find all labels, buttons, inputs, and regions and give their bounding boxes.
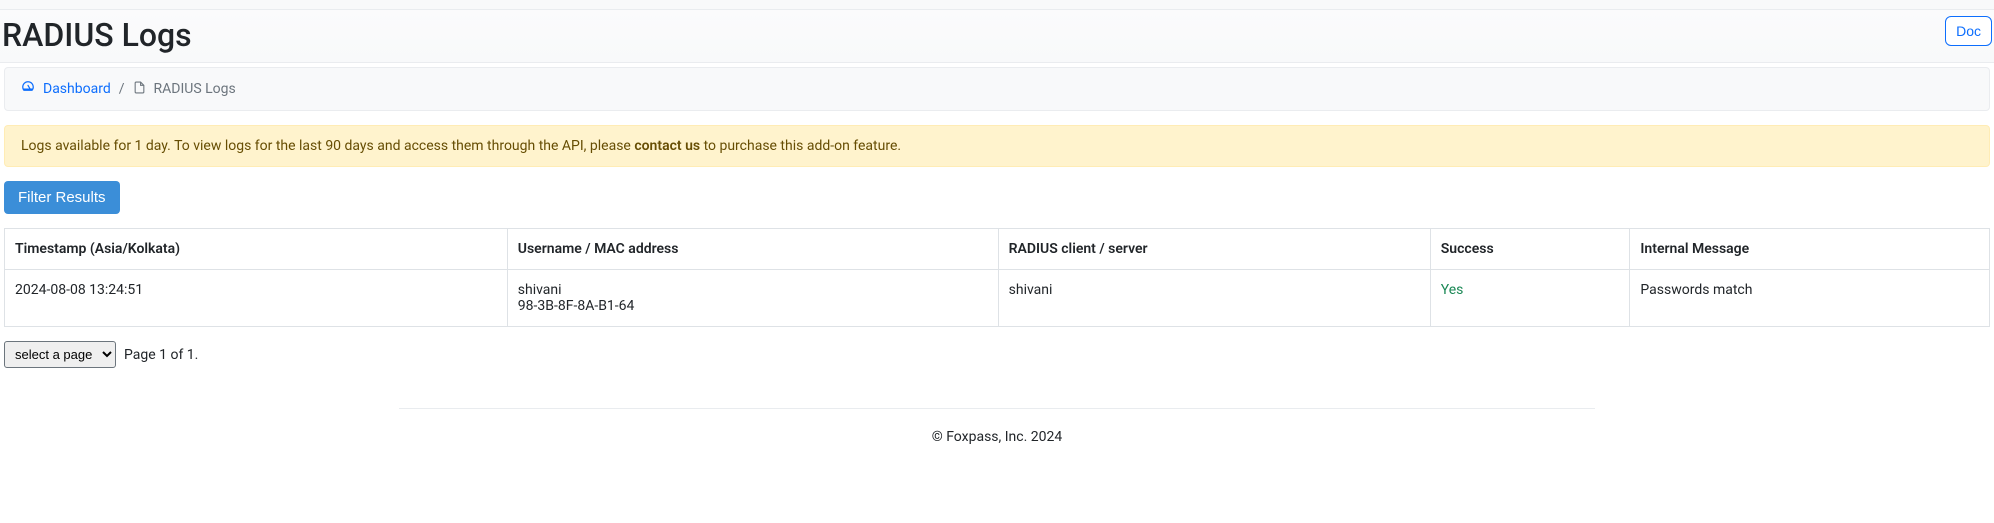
alert-text-suffix: to purchase this add-on feature. bbox=[700, 138, 901, 154]
page-label: Page 1 of 1. bbox=[124, 347, 198, 363]
breadcrumb: Dashboard / RADIUS Logs bbox=[4, 67, 1990, 111]
username-value: shivani bbox=[518, 282, 988, 298]
page-title: RADIUS Logs bbox=[0, 16, 192, 54]
contact-us-link[interactable]: contact us bbox=[634, 138, 700, 154]
dashboard-icon bbox=[21, 80, 35, 98]
success-value: Yes bbox=[1441, 282, 1464, 298]
col-client: RADIUS client / server bbox=[998, 229, 1430, 270]
pagination: select a page Page 1 of 1. bbox=[4, 341, 1994, 368]
col-success: Success bbox=[1430, 229, 1630, 270]
col-message: Internal Message bbox=[1630, 229, 1990, 270]
col-username: Username / MAC address bbox=[507, 229, 998, 270]
mac-value: 98-3B-8F-8A-B1-64 bbox=[518, 298, 988, 314]
cell-timestamp: 2024-08-08 13:24:51 bbox=[5, 270, 508, 327]
document-icon bbox=[133, 81, 146, 98]
col-timestamp: Timestamp (Asia/Kolkata) bbox=[5, 229, 508, 270]
info-alert: Logs available for 1 day. To view logs f… bbox=[4, 125, 1990, 167]
filter-results-button[interactable]: Filter Results bbox=[4, 181, 120, 214]
breadcrumb-separator: / bbox=[119, 81, 125, 97]
cell-success: Yes bbox=[1430, 270, 1630, 327]
alert-text-prefix: Logs available for 1 day. To view logs f… bbox=[21, 138, 634, 154]
table-row: 2024-08-08 13:24:51 shivani 98-3B-8F-8A-… bbox=[5, 270, 1990, 327]
cell-username: shivani 98-3B-8F-8A-B1-64 bbox=[507, 270, 998, 327]
breadcrumb-current: RADIUS Logs bbox=[154, 81, 236, 97]
cell-message: Passwords match bbox=[1630, 270, 1990, 327]
logs-table: Timestamp (Asia/Kolkata) Username / MAC … bbox=[4, 228, 1990, 327]
documentation-button[interactable]: Doc bbox=[1945, 16, 1992, 46]
breadcrumb-dashboard-link[interactable]: Dashboard bbox=[43, 81, 111, 97]
page-select[interactable]: select a page bbox=[4, 341, 116, 368]
cell-client: shivani bbox=[998, 270, 1430, 327]
footer-copyright: © Foxpass, Inc. 2024 bbox=[0, 409, 1994, 465]
